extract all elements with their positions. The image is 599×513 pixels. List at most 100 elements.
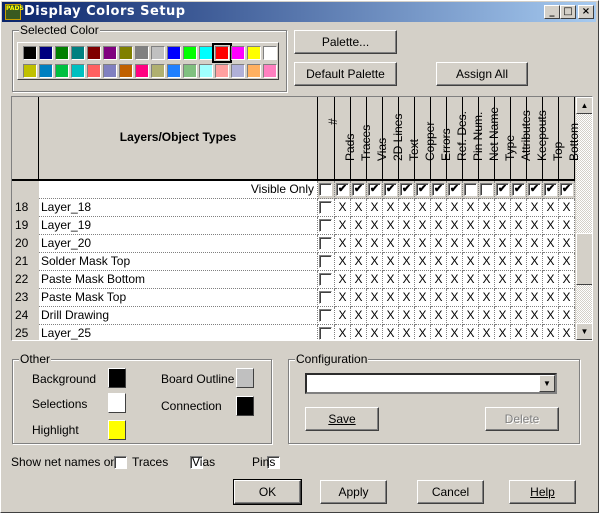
color-cell[interactable]: X [463, 307, 479, 325]
layer-name[interactable]: Solder Mask Top [39, 253, 318, 271]
layer-visible-checkbox[interactable] [319, 309, 332, 323]
color-cell[interactable]: X [559, 199, 575, 217]
color-cell[interactable]: X [479, 289, 495, 307]
delete-button[interactable]: Delete [485, 407, 559, 431]
highlight-color-swatch[interactable] [108, 420, 126, 440]
color-cell[interactable]: X [415, 235, 431, 253]
column-header[interactable]: Top [543, 97, 565, 181]
visible-only-checkbox[interactable] [480, 183, 493, 197]
color-cell[interactable]: X [495, 307, 511, 325]
assign-all-button[interactable]: Assign All [436, 62, 528, 86]
color-cell[interactable]: X [447, 271, 463, 289]
color-cell[interactable]: X [543, 217, 559, 235]
color-cell[interactable]: X [367, 325, 383, 340]
color-cell[interactable]: X [479, 217, 495, 235]
maximize-button[interactable]: □ [560, 5, 576, 19]
color-cell[interactable]: X [447, 217, 463, 235]
color-cell[interactable]: X [415, 271, 431, 289]
apply-button[interactable]: Apply [320, 480, 387, 504]
color-cell[interactable]: X [527, 289, 543, 307]
color-cell[interactable]: X [399, 289, 415, 307]
connection-color-swatch[interactable] [236, 396, 254, 416]
color-cell[interactable]: X [431, 199, 447, 217]
color-cell[interactable]: X [431, 253, 447, 271]
color-cell[interactable]: X [351, 199, 367, 217]
title-bar[interactable]: PADS Display Colors Setup _ □ × [2, 2, 596, 22]
dropdown-arrow-icon[interactable]: ▼ [539, 375, 555, 392]
color-cell[interactable]: X [415, 217, 431, 235]
color-cell[interactable]: X [511, 199, 527, 217]
palette-swatch[interactable] [199, 46, 213, 60]
visible-only-checkbox[interactable]: ✔ [416, 183, 429, 197]
palette-swatch[interactable] [71, 46, 85, 60]
color-cell[interactable]: X [367, 307, 383, 325]
color-cell[interactable]: X [335, 271, 351, 289]
color-cell[interactable]: X [495, 235, 511, 253]
palette-swatch[interactable] [55, 64, 69, 78]
palette-swatch[interactable] [119, 46, 133, 60]
color-cell[interactable]: X [447, 289, 463, 307]
color-cell[interactable]: X [351, 253, 367, 271]
palette-swatch[interactable] [263, 46, 277, 60]
color-cell[interactable]: X [431, 289, 447, 307]
color-cell[interactable]: X [479, 199, 495, 217]
color-cell[interactable]: X [335, 307, 351, 325]
color-cell[interactable]: X [463, 199, 479, 217]
color-cell[interactable]: X [527, 199, 543, 217]
ok-button[interactable]: OK [233, 479, 302, 505]
color-cell[interactable]: X [335, 235, 351, 253]
layer-visible-checkbox[interactable] [319, 237, 332, 251]
color-cell[interactable]: X [383, 235, 399, 253]
scroll-down-button[interactable]: ▼ [576, 323, 592, 340]
visible-only-hash-checkbox[interactable] [319, 183, 332, 197]
color-cell[interactable]: X [559, 271, 575, 289]
color-cell[interactable]: X [335, 199, 351, 217]
board-outline-color-swatch[interactable] [236, 368, 254, 388]
color-cell[interactable]: X [495, 289, 511, 307]
column-header[interactable]: Type [495, 97, 517, 181]
palette-swatch[interactable] [231, 46, 245, 60]
color-cell[interactable]: X [351, 325, 367, 340]
color-cell[interactable]: X [399, 235, 415, 253]
color-cell[interactable]: X [335, 253, 351, 271]
color-cell[interactable]: X [543, 235, 559, 253]
palette-swatch[interactable] [167, 46, 181, 60]
color-cell[interactable]: X [399, 217, 415, 235]
color-cell[interactable]: X [431, 235, 447, 253]
layer-visible-checkbox[interactable] [319, 291, 332, 305]
color-cell[interactable]: X [463, 289, 479, 307]
scroll-thumb[interactable] [576, 233, 592, 285]
visible-only-checkbox[interactable]: ✔ [448, 183, 461, 197]
visible-only-checkbox[interactable]: ✔ [528, 183, 541, 197]
color-cell[interactable]: X [383, 307, 399, 325]
visible-only-checkbox[interactable]: ✔ [512, 183, 525, 197]
color-cell[interactable]: X [447, 199, 463, 217]
palette-swatch[interactable] [167, 64, 181, 78]
palette-swatch[interactable] [212, 43, 232, 63]
color-cell[interactable]: X [415, 307, 431, 325]
visible-only-checkbox[interactable]: ✔ [544, 183, 557, 197]
help-button[interactable]: Help [509, 480, 576, 504]
color-cell[interactable]: X [367, 253, 383, 271]
column-header[interactable]: Errors [431, 97, 453, 181]
palette-swatch[interactable] [23, 64, 37, 78]
color-cell[interactable]: X [351, 235, 367, 253]
column-header[interactable]: Bottom [559, 97, 581, 181]
color-cell[interactable]: X [559, 253, 575, 271]
palette-swatch[interactable] [263, 64, 277, 78]
color-cell[interactable]: X [351, 289, 367, 307]
color-cell[interactable]: X [367, 217, 383, 235]
color-cell[interactable]: X [511, 217, 527, 235]
color-cell[interactable]: X [335, 217, 351, 235]
color-cell[interactable]: X [399, 199, 415, 217]
color-cell[interactable]: X [463, 253, 479, 271]
layer-name[interactable]: Layer_18 [39, 199, 318, 217]
color-cell[interactable]: X [511, 289, 527, 307]
color-cell[interactable]: X [447, 235, 463, 253]
color-cell[interactable]: X [495, 199, 511, 217]
layer-visible-checkbox[interactable] [319, 273, 332, 287]
layer-name[interactable]: Paste Mask Top [39, 289, 318, 307]
color-cell[interactable]: X [479, 235, 495, 253]
hash-header[interactable]: # [318, 97, 340, 181]
visible-only-checkbox[interactable]: ✔ [336, 183, 349, 197]
